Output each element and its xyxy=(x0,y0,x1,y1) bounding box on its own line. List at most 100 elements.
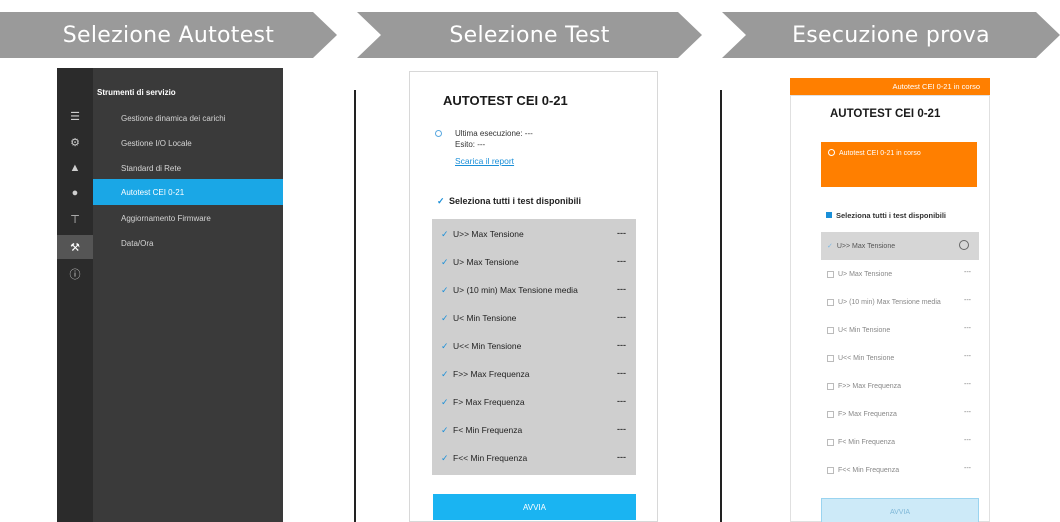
test-status: --- xyxy=(617,452,626,462)
checkbox-icon xyxy=(827,410,834,418)
test-status: --- xyxy=(964,381,971,388)
last-run-text: Ultima esecuzione: --- xyxy=(455,129,533,138)
test-status: --- xyxy=(617,396,626,406)
divider xyxy=(720,90,722,522)
start-button-disabled: AVVIA xyxy=(821,498,979,522)
menu-item-standard-rete[interactable]: Standard di Rete xyxy=(93,155,283,181)
test-status: --- xyxy=(617,312,626,322)
divider xyxy=(354,90,356,522)
result-text: Esito: --- xyxy=(455,140,486,149)
test-row[interactable]: ✓ F<< Min Frequenza --- xyxy=(432,444,636,472)
test-status: --- xyxy=(617,228,626,238)
test-label: U<< Min Tensione xyxy=(453,341,522,351)
checkbox-icon xyxy=(827,438,834,446)
test-row[interactable]: ✓ F> Max Frequenza --- xyxy=(432,388,636,416)
checkbox-icon xyxy=(827,326,834,334)
running-alert: Autotest CEI 0-21 in corso xyxy=(821,142,977,187)
test-label: U> Max Tensione xyxy=(453,257,519,267)
menu-item-aggiornamento-firmware[interactable]: Aggiornamento Firmware xyxy=(93,205,283,231)
gear-icon[interactable]: ⚙ xyxy=(57,132,93,152)
info-icon xyxy=(435,130,442,137)
start-button[interactable]: AVVIA xyxy=(433,494,636,520)
test-status: --- xyxy=(964,269,971,276)
alert-icon xyxy=(828,149,835,156)
alert-text: Autotest CEI 0-21 in corso xyxy=(839,150,921,157)
step-selezione-autotest: Selezione Autotest xyxy=(0,12,337,58)
test-label: F>> Max Frequenza xyxy=(453,369,530,379)
test-row[interactable]: ✓ U>> Max Tensione --- xyxy=(432,220,636,248)
test-label: U> (10 min) Max Tensione media xyxy=(838,298,941,306)
user-icon[interactable]: ● xyxy=(57,183,93,203)
wrench-icon[interactable]: ⚒ xyxy=(57,235,93,259)
test-label: U>> Max Tensione xyxy=(836,242,896,250)
check-icon: ✓ xyxy=(441,284,449,295)
step-label: Selezione Autotest xyxy=(62,22,275,48)
check-icon: ✓ xyxy=(827,243,833,250)
test-row[interactable]: ✓ F>> Max Frequenza --- xyxy=(432,360,636,388)
test-status: --- xyxy=(964,409,971,416)
checkbox-icon xyxy=(826,212,832,218)
network-icon[interactable]: ⊤ xyxy=(57,209,93,229)
test-label: F> Max Frequenza xyxy=(453,397,525,407)
test-status: --- xyxy=(964,353,971,360)
menu-icon[interactable]: ☰ xyxy=(57,106,93,126)
running-card: AUTOTEST CEI 0-21 Autotest CEI 0-21 in c… xyxy=(790,95,990,522)
test-status: --- xyxy=(617,368,626,378)
select-all-label: Seleziona tutti i test disponibili xyxy=(449,196,582,206)
checkbox-icon xyxy=(827,270,834,278)
clock-icon xyxy=(959,240,969,250)
checkbox-icon xyxy=(827,298,834,306)
test-label: U< Min Tensione xyxy=(838,326,891,334)
test-row[interactable]: ✓ U> Max Tensione --- xyxy=(432,248,636,276)
test-row-running: ✓ U>> Max Tensione xyxy=(821,232,979,260)
test-row[interactable]: ✓ F< Min Frequenza --- xyxy=(432,416,636,444)
menu-item-data-ora[interactable]: Data/Ora xyxy=(93,230,283,256)
test-label: U>> Max Tensione xyxy=(453,229,524,239)
test-label: F< Min Frequenza xyxy=(453,425,523,435)
menu-item-gestione-io[interactable]: Gestione I/O Locale xyxy=(93,130,283,156)
checkbox-icon xyxy=(827,382,834,390)
step-esecuzione-prova: Esecuzione prova xyxy=(722,12,1060,58)
step-label: Esecuzione prova xyxy=(792,22,990,48)
test-label: U> (10 min) Max Tensione media xyxy=(453,285,578,295)
check-icon: ✓ xyxy=(441,340,449,351)
test-status: --- xyxy=(617,424,626,434)
checkbox-icon xyxy=(827,466,834,474)
info-icon[interactable]: ⓘ xyxy=(57,264,93,284)
check-icon: ✓ xyxy=(441,256,449,267)
test-label: F<< Min Frequenza xyxy=(453,453,528,463)
test-status: --- xyxy=(964,465,971,472)
test-row: U> Max Tensione --- xyxy=(821,260,979,288)
test-row: F<< Min Frequenza --- xyxy=(821,456,979,484)
checkbox-icon xyxy=(827,354,834,362)
menu-item-gestione-carichi[interactable]: Gestione dinamica dei carichi xyxy=(93,105,283,131)
check-icon: ✓ xyxy=(441,424,449,435)
test-status: --- xyxy=(617,256,626,266)
running-banner: Autotest CEI 0-21 in corso xyxy=(790,78,990,95)
test-row[interactable]: ✓ U> (10 min) Max Tensione media --- xyxy=(432,276,636,304)
test-row: F> Max Frequenza --- xyxy=(821,400,979,428)
test-row: F< Min Frequenza --- xyxy=(821,428,979,456)
menu-item-autotest[interactable]: Autotest CEI 0-21 xyxy=(93,179,283,205)
download-report-link[interactable]: Scarica il report xyxy=(455,156,514,166)
check-icon: ✓ xyxy=(441,396,449,407)
test-selection-card: AUTOTEST CEI 0-21 Ultima esecuzione: ---… xyxy=(409,71,658,522)
bell-icon[interactable]: ▲ xyxy=(57,158,93,178)
select-all-checkbox[interactable]: ✓ Seleziona tutti i test disponibili xyxy=(437,196,581,207)
test-label: U<< Min Tensione xyxy=(838,354,895,362)
service-menu: ☰ ⚙ ▲ ● ⊤ ⚒ ⓘ Strumenti di servizio Gest… xyxy=(57,68,283,522)
test-label: F<< Min Frequenza xyxy=(838,466,900,474)
test-status: --- xyxy=(964,437,971,444)
test-row: U> (10 min) Max Tensione media --- xyxy=(821,288,979,316)
select-all-checkbox[interactable]: Seleziona tutti i test disponibili xyxy=(826,211,946,220)
page-title: AUTOTEST CEI 0-21 xyxy=(830,108,941,120)
icon-rail: ☰ ⚙ ▲ ● ⊤ ⚒ ⓘ xyxy=(57,68,93,522)
test-row: U< Min Tensione --- xyxy=(821,316,979,344)
step-selezione-test: Selezione Test xyxy=(357,12,702,58)
check-icon: ✓ xyxy=(441,452,449,463)
test-row[interactable]: ✓ U<< Min Tensione --- xyxy=(432,332,636,360)
test-row[interactable]: ✓ U< Min Tensione --- xyxy=(432,304,636,332)
select-all-label: Seleziona tutti i test disponibili xyxy=(836,211,947,220)
check-icon: ✓ xyxy=(441,368,449,379)
test-label: F> Max Frequenza xyxy=(838,410,897,418)
